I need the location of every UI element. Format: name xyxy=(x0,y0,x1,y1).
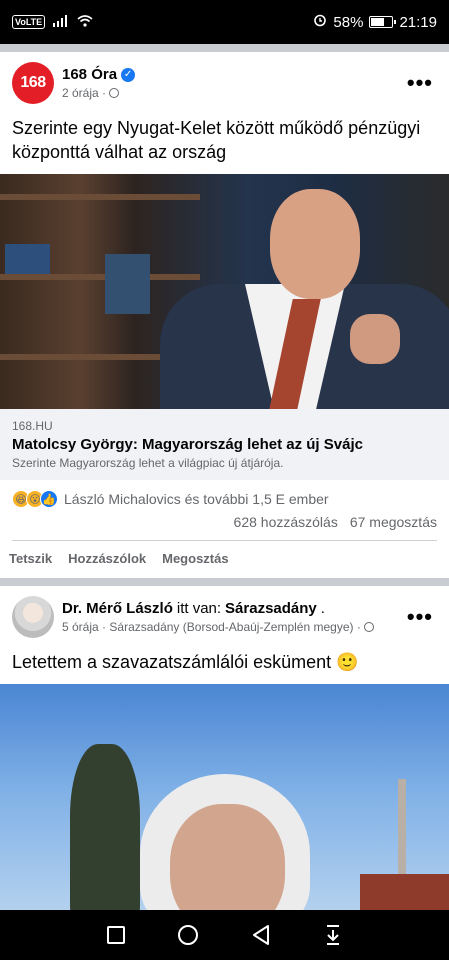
location-name[interactable]: Sárazsadány xyxy=(225,600,317,617)
arrow-down-icon xyxy=(326,925,339,945)
square-icon xyxy=(107,926,126,944)
status-bar: VoLTE 58% 21:19 xyxy=(0,0,449,44)
back-button[interactable] xyxy=(248,922,274,948)
globe-icon xyxy=(109,88,120,98)
comment-count[interactable]: 628 hozzászólás xyxy=(234,514,338,530)
signal-icon xyxy=(53,14,69,31)
more-options-icon[interactable]: ••• xyxy=(403,604,437,630)
clock: 21:19 xyxy=(399,13,437,31)
link-description: Szerinte Magyarország lehet a világpiac … xyxy=(12,456,284,470)
globe-icon xyxy=(364,622,375,632)
battery-icon xyxy=(369,16,397,28)
post-header: 168 168 Óra ✓ 2 órája · ••• xyxy=(0,52,449,114)
reactions-summary[interactable]: 😆 😮 👍 László Michalovics és további 1,5 … xyxy=(0,480,449,510)
recent-apps-button[interactable] xyxy=(103,922,129,948)
like-button[interactable]: Tetszik xyxy=(9,551,52,566)
circle-icon xyxy=(178,925,199,945)
post-time[interactable]: 5 órája xyxy=(62,620,99,634)
place-detail[interactable]: Sárazsadány (Borsod-Abaúj-Zemplén megye) xyxy=(109,620,353,634)
more-options-icon[interactable]: ••• xyxy=(403,70,437,96)
verified-icon: ✓ xyxy=(121,67,136,82)
reactions-text: László Michalovics és további 1,5 E embe… xyxy=(64,491,329,507)
post-text: Szerinte egy Nyugat-Kelet között működő … xyxy=(12,118,421,162)
post-header: Dr. Mérő László itt van: Sárazsadány. 5 … xyxy=(0,586,449,648)
notification-pull-button[interactable] xyxy=(320,922,346,948)
post-photo[interactable] xyxy=(0,684,449,919)
comment-button[interactable]: Hozzászólok xyxy=(68,551,146,566)
volte-indicator: VoLTE xyxy=(12,15,46,29)
wifi-icon xyxy=(77,14,93,31)
like-reaction-icon: 👍 xyxy=(40,490,58,508)
home-button[interactable] xyxy=(175,922,201,948)
alarm-icon xyxy=(313,13,327,31)
author-name[interactable]: 168 Óra xyxy=(62,66,117,83)
post-time[interactable]: 2 órája xyxy=(62,86,99,100)
feed-post: Dr. Mérő László itt van: Sárazsadány. 5 … xyxy=(0,586,449,919)
link-image[interactable] xyxy=(0,174,449,409)
post-actions: Tetszik Hozzászólok Megosztás xyxy=(0,541,449,578)
link-domain: 168.HU xyxy=(12,419,53,433)
avatar[interactable] xyxy=(12,596,54,638)
share-button[interactable]: Megosztás xyxy=(162,551,228,566)
battery-percent: 58% xyxy=(333,13,364,31)
navigation-bar xyxy=(0,910,449,960)
feed-divider xyxy=(0,578,449,586)
feed-divider xyxy=(0,44,449,52)
link-title: Matolcsy György: Magyarország lehet az ú… xyxy=(12,436,363,453)
share-count[interactable]: 67 megosztás xyxy=(350,514,437,530)
link-preview[interactable]: 168.HU Matolcsy György: Magyarország leh… xyxy=(0,409,449,480)
feed-post: 168 168 Óra ✓ 2 órája · ••• Szerinte egy… xyxy=(0,52,449,578)
author-name[interactable]: Dr. Mérő László xyxy=(62,600,173,617)
location-prefix: itt van: xyxy=(176,600,222,617)
avatar[interactable]: 168 xyxy=(12,62,54,104)
post-text: Letettem a szavazatszámlálói esküment 🙂 xyxy=(12,652,359,672)
back-triangle-icon xyxy=(252,925,269,945)
